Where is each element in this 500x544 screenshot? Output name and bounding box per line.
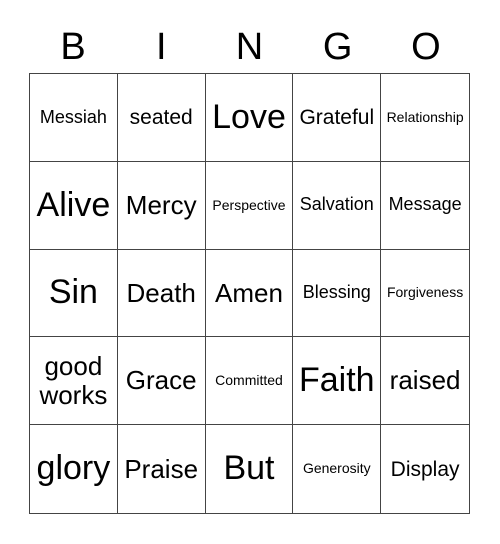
bingo-cell[interactable]: But [206,425,294,513]
bingo-cell[interactable]: Grace [117,337,206,426]
bingo-cell[interactable]: Message [381,162,469,250]
bingo-cell[interactable]: seated [117,74,206,162]
bingo-cell[interactable]: raised [381,337,469,426]
bingo-cell[interactable]: Love [205,74,294,162]
header-letter-o: O [411,26,441,68]
bingo-cell[interactable]: good works [30,337,118,426]
bingo-cell[interactable]: Perspective [205,161,294,250]
header-letter-n: N [235,26,264,68]
bingo-cell[interactable]: glory [30,425,118,513]
bingo-cell[interactable]: Salvation [293,161,382,250]
bingo-cell[interactable]: Sin [30,249,118,338]
bingo-cell[interactable]: Amen [205,249,294,338]
header-letter-g: G [322,26,353,68]
bingo-grid: Messiah seated Love Grateful Relationship Ali… [29,73,470,514]
bingo-cell[interactable]: Alive [30,161,118,250]
bingo-cell[interactable]: Blessing [293,249,382,338]
header-letter-i: I [156,26,167,68]
bingo-cell[interactable]: Faith [293,337,382,426]
bingo-cell[interactable]: Mercy [117,161,206,250]
header-letter-b: B [60,26,86,68]
bingo-cell[interactable]: Death [117,249,206,338]
bingo-cell[interactable]: Forgiveness [381,250,469,338]
bingo-cell[interactable]: Grateful [293,74,382,162]
bingo-cell[interactable]: Generosity [293,425,382,513]
bingo-header: B I N G O [29,22,470,72]
bingo-cell[interactable]: Committed [205,337,294,426]
bingo-cell[interactable]: Messiah [30,74,118,162]
bingo-cell[interactable]: Relationship [381,74,469,162]
bingo-cell[interactable]: Display [381,425,469,513]
bingo-cell[interactable]: Praise [118,425,206,513]
